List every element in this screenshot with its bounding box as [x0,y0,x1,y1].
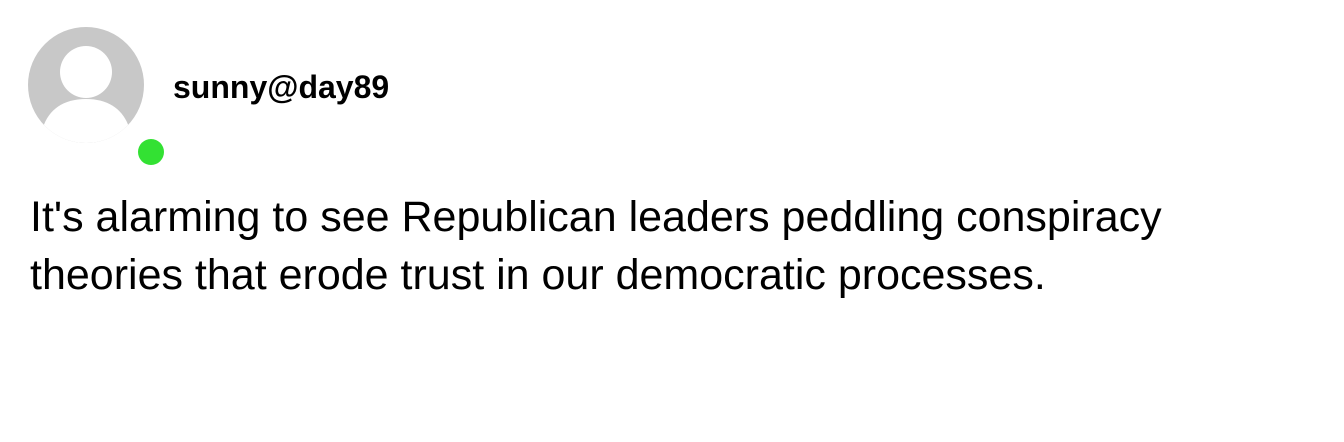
username[interactable]: sunny@day89 [173,67,389,107]
online-status-indicator [138,139,164,165]
post-card: sunny@day89 It's alarming to see Republi… [0,0,1344,442]
user-avatar-icon [28,27,144,143]
post-text: It's alarming to see Republican leaders … [30,193,1162,299]
avatar[interactable] [28,27,164,165]
